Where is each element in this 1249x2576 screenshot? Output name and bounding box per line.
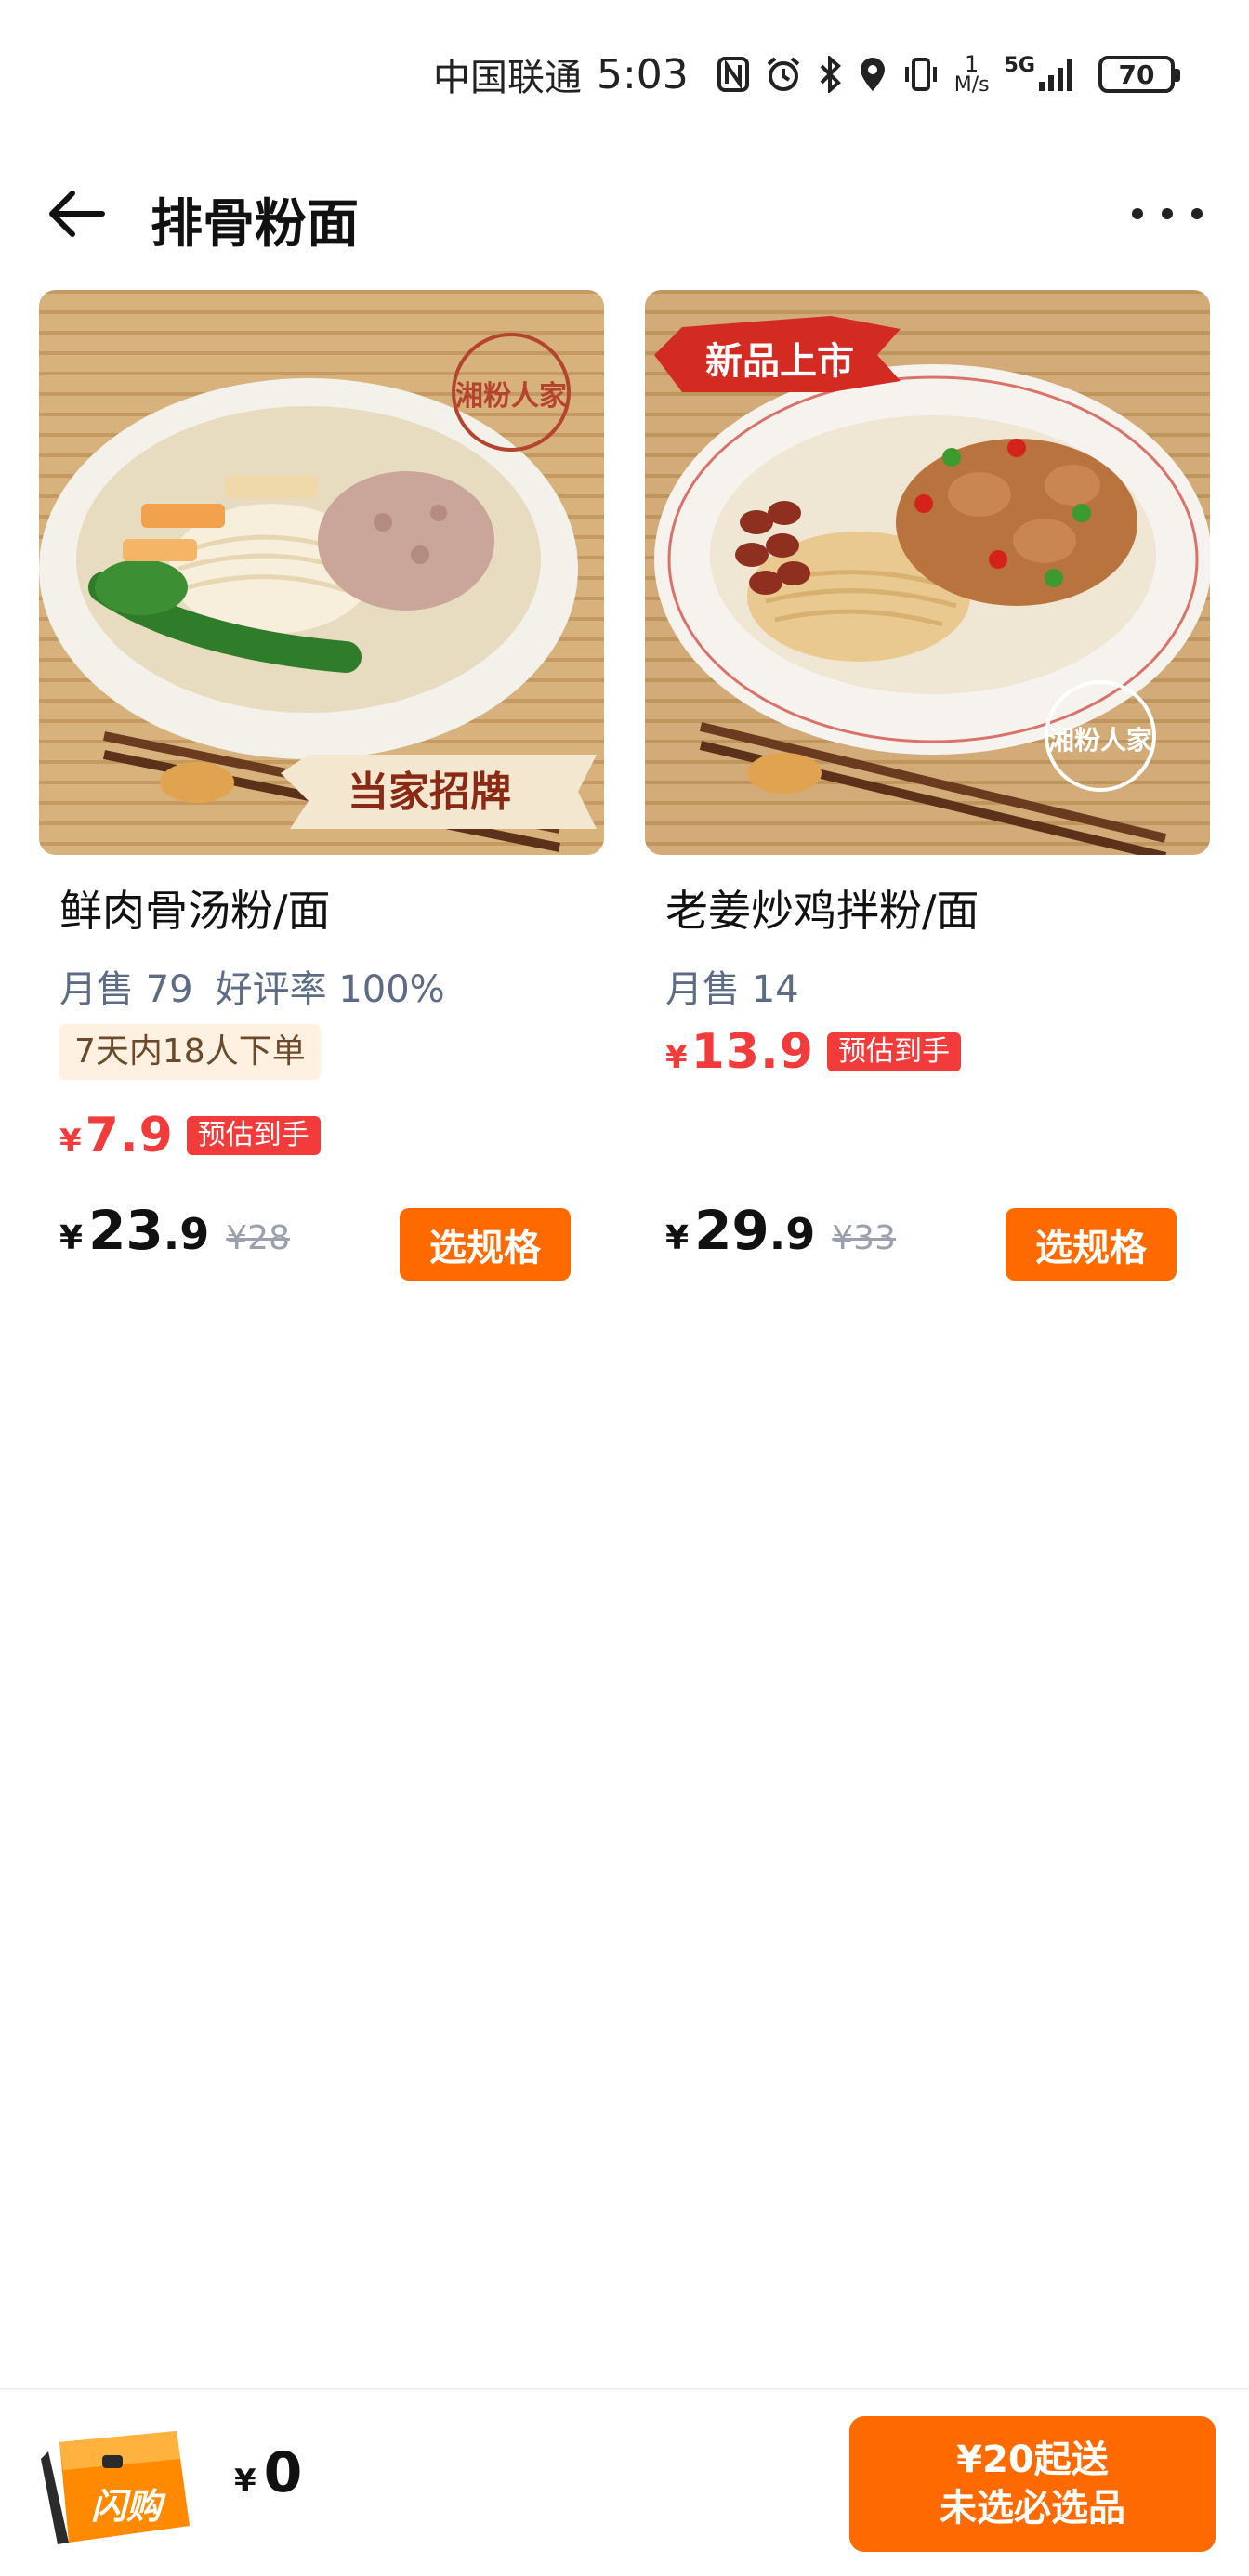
clock: 5:03 bbox=[596, 50, 689, 99]
page-title: 排骨粉面 bbox=[151, 194, 359, 255]
est-label-badge: 预估到手 bbox=[826, 1032, 961, 1071]
price-integer: 23 bbox=[88, 1199, 164, 1262]
page: 中国联通 5:03 1 M/s 5G 70 排骨粉面 湘粉人家 当家招牌 鲜肉骨… bbox=[0, 0, 1249, 2576]
monthly-sales: 月售 79 bbox=[59, 968, 193, 1011]
brand-logo-text: 湘粉人家 bbox=[1048, 725, 1152, 756]
product-image[interactable]: 湘粉人家 新品上市 bbox=[645, 290, 1210, 855]
price-integer: 29 bbox=[694, 1199, 769, 1262]
order-count-tag: 7天内18人下单 bbox=[59, 1024, 321, 1080]
checkout-button[interactable]: ¥20起送 未选必选品 bbox=[849, 2416, 1216, 2552]
shopping-bag-icon: 闪购 bbox=[41, 2431, 190, 2544]
net-speed-unit: M/s bbox=[953, 73, 990, 97]
product-card[interactable]: 湘粉人家 当家招牌 鲜肉骨汤粉/面 月售 79 好评率 100% 7天内18人下单… bbox=[39, 290, 604, 1294]
status-bar: 中国联通 5:03 1 M/s 5G 70 bbox=[0, 0, 1249, 149]
more-button[interactable] bbox=[1132, 195, 1203, 232]
est-currency: ¥ bbox=[59, 1123, 82, 1160]
estimated-price-row: ¥ 13.9 预估到手 bbox=[665, 1024, 961, 1080]
bluetooth-icon bbox=[817, 54, 843, 95]
estimated-price-row: ¥ 7.9 预估到手 bbox=[59, 1108, 321, 1163]
product-stats: 月售 14 bbox=[665, 959, 799, 1013]
checkout-min-order: ¥20起送 bbox=[956, 2438, 1109, 2481]
nfc-icon bbox=[717, 54, 750, 95]
alarm-icon bbox=[765, 54, 802, 95]
cart-button[interactable]: 闪购 bbox=[37, 2414, 197, 2552]
rating: 好评率 100% bbox=[215, 968, 445, 1011]
checkout-hint: 未选必选品 bbox=[940, 2487, 1125, 2530]
product-name[interactable]: 鲜肉骨汤粉/面 bbox=[59, 877, 331, 939]
cart-badge-text: 闪购 bbox=[91, 2486, 166, 2527]
select-spec-button[interactable]: 选规格 bbox=[400, 1208, 571, 1281]
image-badge-text: 当家招牌 bbox=[348, 769, 511, 816]
more-dot-icon bbox=[1132, 208, 1143, 219]
battery-icon: 70 bbox=[1098, 56, 1180, 93]
price-decimal: .9 bbox=[163, 1209, 210, 1259]
est-price: 13.9 bbox=[690, 1024, 814, 1080]
back-button[interactable] bbox=[45, 186, 110, 242]
price-row: ¥ 23 .9 ¥28 bbox=[59, 1199, 290, 1262]
product-name[interactable]: 老姜炒鸡拌粉/面 bbox=[665, 877, 979, 939]
cart-currency: ¥ bbox=[234, 2463, 256, 2500]
est-price: 7.9 bbox=[85, 1108, 174, 1163]
net-speed-value: 1 bbox=[965, 51, 979, 77]
signal-icon: 5G bbox=[1005, 54, 1078, 95]
select-spec-button[interactable]: 选规格 bbox=[1006, 1208, 1177, 1281]
location-icon bbox=[858, 54, 887, 95]
more-dot-icon bbox=[1191, 208, 1203, 219]
est-currency: ¥ bbox=[665, 1039, 688, 1076]
more-dot-icon bbox=[1162, 208, 1173, 219]
signal-label: 5G bbox=[1004, 54, 1035, 77]
original-price: ¥33 bbox=[832, 1219, 896, 1257]
price-currency: ¥ bbox=[59, 1219, 84, 1257]
price-row: ¥ 29 .9 ¥33 bbox=[665, 1199, 896, 1262]
bottom-bar: 闪购 ¥ 0 ¥20起送 未选必选品 bbox=[0, 2388, 1249, 2576]
net-speed: 1 M/s bbox=[954, 53, 990, 96]
cart-amount: 0 bbox=[263, 2440, 303, 2505]
product-image[interactable]: 湘粉人家 当家招牌 bbox=[39, 290, 604, 855]
carrier-label: 中国联通 bbox=[432, 57, 582, 99]
arrow-left-icon bbox=[49, 191, 105, 237]
product-stats: 月售 79 好评率 100% bbox=[59, 959, 445, 1013]
monthly-sales: 月售 14 bbox=[665, 968, 799, 1011]
image-badge-text: 新品上市 bbox=[705, 340, 854, 383]
cart-total: ¥ 0 bbox=[234, 2440, 302, 2505]
original-price: ¥28 bbox=[226, 1219, 290, 1257]
product-card[interactable]: 湘粉人家 新品上市 老姜炒鸡拌粉/面 月售 14 ¥ 13.9 预估到手 ¥ 2… bbox=[645, 290, 1210, 1294]
vibrate-icon bbox=[902, 54, 940, 95]
brand-logo-text: 湘粉人家 bbox=[455, 380, 567, 413]
est-label-badge: 预估到手 bbox=[186, 1116, 321, 1155]
header: 排骨粉面 bbox=[0, 149, 1249, 279]
price-currency: ¥ bbox=[665, 1219, 690, 1257]
price-decimal: .9 bbox=[769, 1209, 816, 1259]
